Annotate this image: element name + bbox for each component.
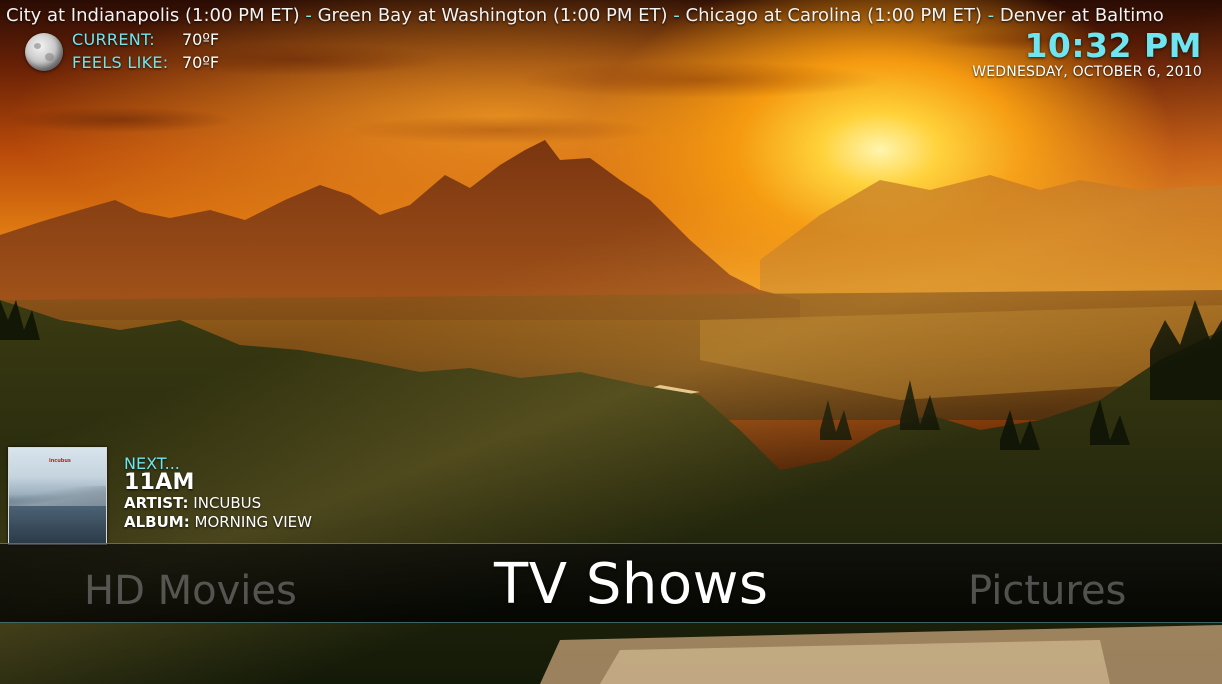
ticker-item: Chicago at Carolina (1:00 PM ET): [685, 5, 982, 26]
ticker-separator: -: [305, 5, 312, 26]
main-menu-bar: HD Movies TV Shows Pictures: [0, 543, 1222, 623]
sports-ticker: City at Indianapolis (1:00 PM ET) - Gree…: [6, 5, 1164, 26]
album-name: MORNING VIEW: [194, 513, 312, 531]
clock-time: 10:32 PM: [1024, 26, 1202, 65]
moon-icon: [25, 33, 63, 71]
artist-name: INCUBUS: [193, 494, 262, 512]
ticker-item: Denver at Baltimo: [999, 5, 1164, 26]
menu-item-hd-movies[interactable]: HD Movies: [84, 552, 297, 630]
ticker-separator: -: [987, 5, 995, 26]
cover-sea: [9, 506, 106, 544]
current-temp-label: CURRENT:: [72, 30, 156, 49]
feels-like-value: 70ºF: [182, 53, 220, 72]
cover-logo: incubus: [49, 458, 71, 464]
ticker-item: Green Bay at Washington (1:00 PM ET): [317, 5, 668, 26]
ticker-item: City at Indianapolis (1:00 PM ET): [6, 5, 300, 26]
ticker-separator: -: [673, 5, 680, 26]
clock-date: WEDNESDAY, OCTOBER 6, 2010: [972, 64, 1202, 80]
album-label: ALBUM:: [124, 513, 190, 531]
menu-item-pictures[interactable]: Pictures: [968, 552, 1126, 630]
album-cover: incubus: [8, 447, 107, 545]
song-title: 11AM: [124, 470, 195, 495]
artist-label: ARTIST:: [124, 494, 189, 512]
album-line: ALBUM: MORNING VIEW: [124, 513, 312, 531]
current-temp-value: 70ºF: [182, 30, 220, 49]
artist-line: ARTIST: INCUBUS: [124, 494, 261, 512]
menu-item-tv-shows[interactable]: TV Shows: [494, 546, 769, 624]
feels-like-label: FEELS LIKE:: [72, 53, 169, 72]
cover-hill: [9, 486, 106, 508]
